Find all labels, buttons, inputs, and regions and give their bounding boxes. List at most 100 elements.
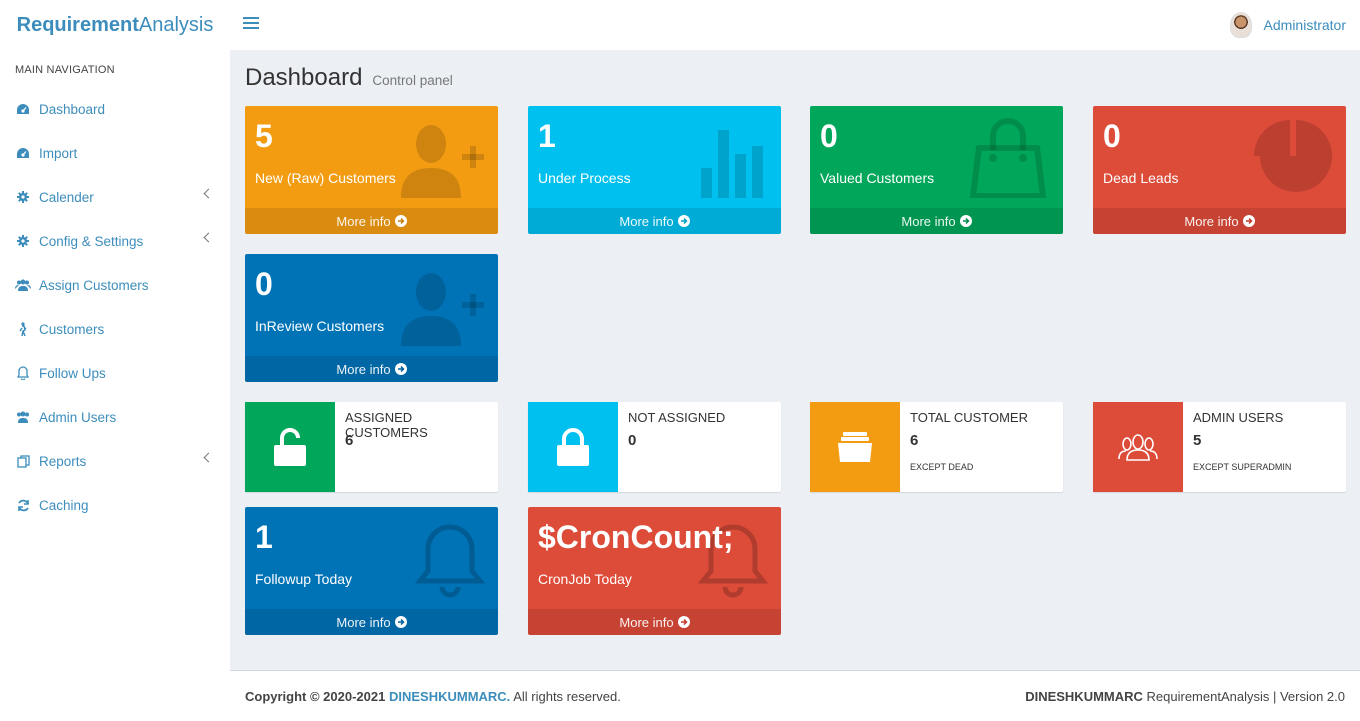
page-subtitle: Control panel (372, 73, 453, 88)
avatar (1229, 12, 1252, 38)
sidebar-item-dashboard[interactable]: Dashboard (0, 87, 230, 131)
sidebar-item-label: Reports (39, 453, 87, 469)
sidebar-item-caching[interactable]: Caching (0, 483, 230, 527)
info-box-admin-users: ADMIN USERS 5 EXCEPT SUPERADMIN (1093, 402, 1346, 492)
user-menu[interactable]: Administrator (1229, 12, 1346, 38)
small-box-new-customers: 5 New (Raw) Customers More info (245, 106, 498, 234)
more-info-label: More info (619, 213, 674, 229)
user-plus-icon (401, 125, 484, 198)
small-box-under-process: 1 Under Process More info (528, 106, 781, 234)
info-value: 0 (628, 432, 637, 449)
box-label: Dead Leads (1103, 170, 1179, 186)
page-title: Dashboard (245, 64, 363, 91)
walking-icon (15, 322, 31, 336)
rights-text: All rights reserved. (510, 689, 621, 704)
small-box-cronjob-today: $CronCount; CronJob Today More info (528, 507, 781, 635)
more-info-link[interactable]: More info (528, 208, 781, 234)
content-header: Dashboard Control panel (245, 64, 453, 92)
shopping-bag-icon (969, 118, 1047, 198)
users-icon (15, 278, 31, 292)
info-sublabel: EXCEPT SUPERADMIN (1193, 462, 1292, 472)
info-box-total-customer: TOTAL CUSTOMER 6 EXCEPT DEAD (810, 402, 1063, 492)
box-label: CronJob Today (538, 571, 632, 587)
sidebar-item-label: Customers (39, 321, 105, 337)
sidebar: MAIN NAVIGATION Dashboard Import Calende… (0, 50, 230, 721)
box-label: New (Raw) Customers (255, 170, 396, 186)
info-label: TOTAL CUSTOMER (910, 410, 1028, 425)
box-value: 0 (1103, 118, 1121, 154)
info-value: 6 (910, 432, 919, 449)
more-info-label: More info (619, 614, 674, 630)
sidebar-item-label: Follow Ups (39, 365, 106, 381)
footer-copyright: Copyright © 2020-2021 DINESHKUMMARC. All… (245, 689, 621, 704)
copy-icon (15, 454, 31, 468)
arrow-circle-right-icon (1242, 215, 1255, 227)
sidebar-item-label: Dashboard (39, 101, 106, 117)
info-label: ADMIN USERS (1193, 410, 1284, 425)
sidebar-item-follow-ups[interactable]: Follow Ups (0, 351, 230, 395)
small-box-followup-today: 1 Followup Today More info (245, 507, 498, 635)
sidebar-item-import[interactable]: Import (0, 131, 230, 175)
sidebar-item-assign-customers[interactable]: Assign Customers (0, 263, 230, 307)
box-label: Under Process (538, 170, 631, 186)
sidebar-item-customers[interactable]: Customers (0, 307, 230, 351)
sidebar-item-config-settings[interactable]: Config & Settings (0, 219, 230, 263)
more-info-link[interactable]: More info (1093, 208, 1346, 234)
sidebar-item-label: Config & Settings (39, 233, 144, 249)
arrow-circle-right-icon (394, 616, 407, 628)
box-label: InReview Customers (255, 318, 385, 334)
footer-brand: DINESHKUMMARC (1025, 689, 1143, 704)
author-link[interactable]: DINESHKUMMARC. (389, 689, 510, 704)
sidebar-toggle-icon[interactable] (243, 17, 259, 31)
info-value: 6 (345, 432, 354, 449)
more-info-link[interactable]: More info (245, 208, 498, 234)
sidebar-item-admin-users[interactable]: Admin Users (0, 395, 230, 439)
more-info-link[interactable]: More info (528, 609, 781, 635)
info-value: 5 (1193, 432, 1202, 449)
group-users-icon (1093, 402, 1183, 492)
brand-bold: Requirement (16, 13, 139, 36)
arrow-circle-right-icon (959, 215, 972, 227)
info-box-not-assigned: NOT ASSIGNED 0 (528, 402, 781, 492)
sidebar-item-reports[interactable]: Reports (0, 439, 230, 483)
brand-light: Analysis (138, 13, 214, 36)
info-label: NOT ASSIGNED (628, 410, 726, 425)
arrow-circle-right-icon (394, 363, 407, 375)
bell-icon (414, 524, 486, 598)
dashboard-icon (15, 146, 31, 160)
sidebar-item-label: Assign Customers (39, 277, 149, 293)
more-info-label: More info (901, 213, 956, 229)
copyright-text: Copyright © 2020-2021 (245, 689, 389, 704)
sidebar-item-label: Admin Users (39, 409, 117, 425)
box-value: 0 (820, 118, 838, 154)
sidebar-item-calender[interactable]: Calender (0, 175, 230, 219)
lock-icon (528, 402, 618, 492)
more-info-link[interactable]: More info (245, 609, 498, 635)
sidebar-item-label: Import (39, 145, 78, 161)
footer-version: DINESHKUMMARC RequirementAnalysis | Vers… (1025, 689, 1345, 704)
small-box-valued-customers: 0 Valued Customers More info (810, 106, 1063, 234)
more-info-label: More info (1184, 213, 1239, 229)
arrow-circle-right-icon (394, 215, 407, 227)
box-value: 0 (255, 266, 273, 302)
box-value: 1 (538, 118, 556, 154)
gear-icon (15, 234, 31, 248)
bar-chart-icon (701, 130, 763, 198)
brand-logo[interactable]: Requirement Analysis (0, 0, 230, 50)
info-sublabel: EXCEPT DEAD (910, 462, 974, 472)
gear-icon (15, 190, 31, 204)
sidebar-item-label: Caching (39, 497, 89, 513)
more-info-label: More info (336, 213, 391, 229)
user-plus-icon (401, 273, 484, 346)
user-name: Administrator (1263, 17, 1346, 33)
pie-chart-icon (1254, 120, 1332, 192)
box-value: 1 (255, 519, 273, 555)
arrow-circle-right-icon (677, 215, 690, 227)
chevron-left-icon (203, 452, 214, 463)
small-box-inreview-customers: 0 InReview Customers More info (245, 254, 498, 382)
more-info-link[interactable]: More info (810, 208, 1063, 234)
chevron-left-icon (203, 232, 214, 243)
more-info-link[interactable]: More info (245, 356, 498, 382)
info-box-assigned-customers: ASSIGNED CUSTOMERS 6 (245, 402, 498, 492)
info-label: ASSIGNED CUSTOMERS (345, 410, 428, 440)
